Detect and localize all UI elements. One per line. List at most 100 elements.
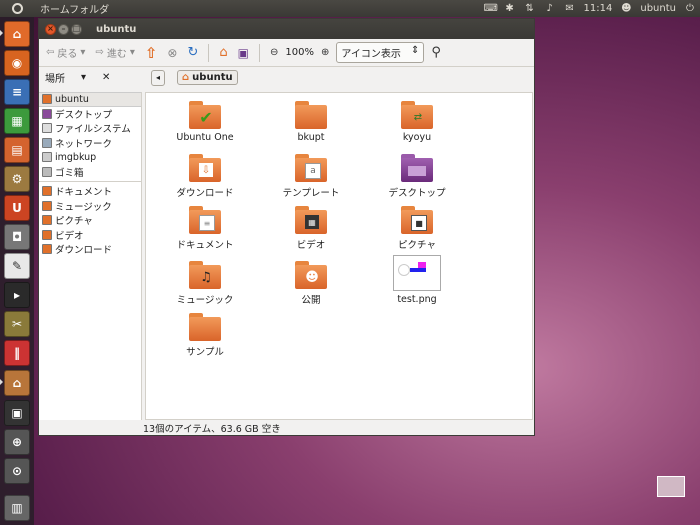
desktop-icon bbox=[42, 108, 52, 119]
file-item[interactable]: ⇩ ダウンロード bbox=[170, 154, 240, 199]
download-folder-icon bbox=[42, 244, 52, 255]
zoom-out-button[interactable]: ⊖ bbox=[267, 45, 281, 60]
forward-arrow-icon: ⇨ bbox=[95, 47, 104, 58]
reload-button[interactable]: ↻ bbox=[184, 43, 201, 62]
download-folder-icon: ⇩ bbox=[189, 154, 221, 182]
pencils-launcher-icon[interactable]: ‖ bbox=[4, 340, 30, 366]
file-item[interactable]: ♫ ミュージック bbox=[170, 261, 240, 306]
clock[interactable]: 11:14 bbox=[584, 3, 613, 14]
ubuntu-logo-button[interactable] bbox=[0, 0, 34, 17]
documents-folder-icon bbox=[42, 186, 52, 197]
folder-icon bbox=[189, 313, 221, 341]
user-name[interactable]: ubuntu bbox=[640, 3, 676, 14]
trash-launcher-icon[interactable]: ▥ bbox=[4, 495, 30, 521]
maximize-icon[interactable]: □ bbox=[71, 23, 82, 35]
sidebar-item-network[interactable]: ネットワーク bbox=[39, 136, 141, 151]
templates-folder-icon: a bbox=[295, 154, 327, 182]
ubuntu-logo-icon bbox=[11, 3, 23, 14]
chevron-updown-icon: ⇕ bbox=[410, 45, 420, 56]
home-folder-launcher-icon[interactable]: ⌂ bbox=[4, 21, 30, 47]
sidebar-item-desktop[interactable]: デスクトップ bbox=[39, 107, 141, 122]
back-arrow-icon: ⇦ bbox=[46, 47, 55, 58]
back-button[interactable]: ⇦ 戻る ▾ bbox=[43, 43, 88, 62]
file-item[interactable]: ▦ ビデオ bbox=[276, 206, 346, 251]
breadcrumb-left-button[interactable]: ◂ bbox=[151, 69, 165, 86]
breadcrumb[interactable]: ⌂ ubuntu bbox=[177, 70, 238, 85]
file-item[interactable]: ☻ 公開 bbox=[276, 261, 346, 306]
mail-icon[interactable]: ✉ bbox=[564, 3, 576, 14]
sidebar-item-filesystem[interactable]: ファイルシステム bbox=[39, 121, 141, 136]
home-icon: ⌂ bbox=[182, 72, 190, 83]
stop-icon: ⊗ bbox=[167, 45, 178, 60]
pictures-folder-icon bbox=[42, 215, 52, 226]
folder-icon bbox=[295, 101, 327, 129]
search-button[interactable]: ⚲ bbox=[428, 43, 444, 62]
text-editor-launcher-icon[interactable]: ✎ bbox=[4, 253, 30, 279]
volume-icon[interactable]: ♪ bbox=[544, 3, 556, 14]
tools-launcher-icon[interactable]: ✂ bbox=[4, 311, 30, 337]
file-item[interactable]: ⇄ kyoyu bbox=[382, 101, 452, 143]
desktop-thumbnail[interactable] bbox=[657, 476, 685, 497]
home-icon: ⌂ bbox=[219, 45, 228, 60]
window-titlebar[interactable]: × – □ ubuntu bbox=[39, 19, 534, 39]
chevron-down-icon[interactable]: ▾ bbox=[81, 72, 86, 83]
file-item[interactable]: ✔ Ubuntu One bbox=[170, 101, 240, 143]
sidebar-item-downloads[interactable]: ダウンロード bbox=[39, 242, 141, 257]
sidebar-item-videos[interactable]: ビデオ bbox=[39, 228, 141, 243]
file-item[interactable]: ≡ ドキュメント bbox=[170, 206, 240, 251]
camera-launcher-icon[interactable]: ◘ bbox=[4, 224, 30, 250]
close-icon[interactable]: × bbox=[45, 23, 56, 35]
forward-button[interactable]: ⇨ 進む ▾ bbox=[92, 43, 137, 62]
firefox-launcher-icon[interactable]: ◉ bbox=[4, 50, 30, 76]
sidebar-divider bbox=[39, 181, 141, 182]
computer-icon: ▣ bbox=[237, 45, 249, 60]
shared-folder-icon: ⇄ bbox=[401, 101, 433, 129]
sidebar-item-ubuntu[interactable]: ubuntu bbox=[39, 92, 141, 107]
sidebar-item-documents[interactable]: ドキュメント bbox=[39, 184, 141, 199]
launcher: ⌂ ◉ ≡ ▦ ▤ ⚙ U ◘ ✎ ▸ ✂ ‖ ⌂ ▣ ⊕ ⊙ ▥ bbox=[0, 17, 34, 525]
folder-launcher-icon[interactable]: ⌂ bbox=[4, 370, 30, 396]
toolbar: ⇦ 戻る ▾ ⇨ 進む ▾ ⇧ ⊗ ↻ ⌂ ▣ ⊖ 100% ⊕ アイコン表示 … bbox=[39, 39, 534, 67]
ubuntu-one-launcher-icon[interactable]: U bbox=[4, 195, 30, 221]
file-item[interactable]: デスクトップ bbox=[382, 154, 452, 199]
file-item[interactable]: test.png bbox=[382, 255, 452, 305]
keyboard-icon[interactable]: ⌨ bbox=[484, 3, 498, 14]
file-item[interactable]: bkupt bbox=[276, 101, 346, 143]
network-icon[interactable]: ⇅ bbox=[524, 3, 536, 14]
close-sidebar-icon[interactable]: ✕ bbox=[102, 72, 110, 83]
view-mode-select[interactable]: アイコン表示 ⇕ bbox=[336, 42, 425, 63]
bluetooth-icon[interactable]: ✱ bbox=[504, 3, 516, 14]
sidebar-item-imgbkup[interactable]: imgbkup bbox=[39, 150, 141, 165]
file-item[interactable]: ■ ピクチャ bbox=[382, 206, 452, 251]
terminal-launcher-icon[interactable]: ▸ bbox=[4, 282, 30, 308]
file-item[interactable]: a テンプレート bbox=[276, 154, 346, 199]
sidebar-item-pictures[interactable]: ピクチャ bbox=[39, 213, 141, 228]
apps-lens-icon[interactable]: ⊕ bbox=[4, 429, 30, 455]
writer-launcher-icon[interactable]: ≡ bbox=[4, 79, 30, 105]
up-button[interactable]: ⇧ bbox=[142, 42, 161, 64]
impress-launcher-icon[interactable]: ▤ bbox=[4, 137, 30, 163]
file-item[interactable]: サンプル bbox=[170, 313, 240, 358]
videos-folder-icon bbox=[42, 229, 52, 240]
location-bar: 場所 ▾ ✕ ◂ ⌂ ubuntu bbox=[39, 67, 534, 88]
trash-icon bbox=[42, 166, 52, 177]
ubuntu-one-folder-icon: ✔ bbox=[189, 101, 221, 129]
zoom-in-button[interactable]: ⊕ bbox=[318, 45, 332, 60]
files-lens-icon[interactable]: ⊙ bbox=[4, 458, 30, 484]
window-title: ubuntu bbox=[96, 23, 137, 35]
reload-icon: ↻ bbox=[187, 45, 199, 60]
computer-button[interactable]: ▣ bbox=[235, 44, 252, 62]
status-bar: 13個のアイテム、63.6 GB 空き bbox=[143, 424, 281, 435]
software-center-launcher-icon[interactable]: ⚙ bbox=[4, 166, 30, 192]
stop-button[interactable]: ⊗ bbox=[164, 44, 180, 62]
minimize-icon[interactable]: – bbox=[58, 23, 69, 35]
sidebar-item-trash[interactable]: ゴミ箱 bbox=[39, 165, 141, 180]
places-label[interactable]: 場所 bbox=[45, 70, 65, 85]
desktop-folder-icon bbox=[401, 154, 433, 182]
search-icon: ⚲ bbox=[431, 45, 441, 60]
power-icon[interactable]: ⏻ bbox=[684, 3, 696, 14]
workspace-switcher-icon[interactable]: ▣ bbox=[4, 400, 30, 426]
sidebar-item-music[interactable]: ミュージック bbox=[39, 199, 141, 214]
home-button[interactable]: ⌂ bbox=[216, 43, 230, 62]
calc-launcher-icon[interactable]: ▦ bbox=[4, 108, 30, 134]
